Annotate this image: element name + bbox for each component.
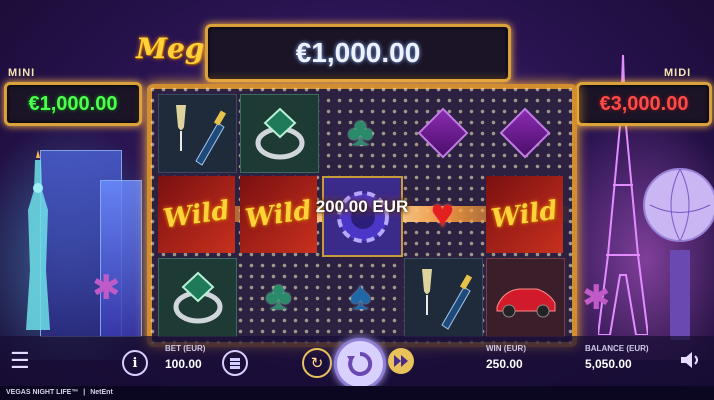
symbol-champagne: [404, 258, 483, 337]
symbol-ring: [240, 94, 319, 173]
symbol-ring: [158, 258, 237, 337]
symbol-diamond: [404, 94, 481, 171]
game-scene: ✱ ✱ Mega €1,000.00 MINI €1,000.00 MIDI €…: [0, 0, 714, 400]
autoplay-button[interactable]: ↻: [302, 348, 332, 378]
mega-jackpot-display: €1,000.00: [205, 24, 511, 82]
diamond-icon: [499, 107, 550, 158]
background-tower-left: [100, 180, 142, 337]
symbol-wild: Wild: [158, 176, 235, 253]
bet-label: BET (EUR): [165, 344, 206, 353]
palm-tree-icon: ✱: [92, 269, 121, 307]
speaker-icon: [681, 352, 698, 368]
midi-jackpot-display: €3,000.00: [576, 82, 712, 126]
mega-jackpot-value: €1,000.00: [295, 37, 421, 68]
symbol-wild: Wild: [486, 176, 563, 253]
champagne-icon: [421, 268, 472, 330]
game-title: VEGAS NIGHT LIFE™: [6, 389, 79, 396]
hot-air-balloon-icon: [643, 168, 714, 340]
footer-separator: |: [83, 389, 86, 396]
wild-label: Wild: [489, 195, 560, 234]
menu-icon[interactable]: ☰: [10, 348, 30, 374]
emerald-ring-icon: [255, 107, 304, 159]
symbol-champagne: [158, 94, 237, 173]
turbo-button[interactable]: [388, 348, 414, 374]
balance-value: 5,050.00: [585, 357, 632, 371]
midi-jackpot-value: €3,000.00: [599, 92, 689, 115]
statue-of-liberty-icon: [26, 150, 50, 330]
heart-icon: ♥: [430, 192, 455, 236]
bet-settings-button[interactable]: [222, 350, 248, 376]
palm-tree-icon: ✱: [582, 279, 611, 317]
symbol-club: ♣: [322, 94, 399, 171]
reels-frame[interactable]: ♣ Wild Wild ♥ Wild 200.00 EUR ♣ ♠: [147, 84, 577, 347]
info-icon: i: [132, 355, 138, 371]
game-footer: VEGAS NIGHT LIFE™ | NetEnt: [0, 386, 714, 400]
bet-value: 100.00: [165, 357, 202, 371]
spin-button[interactable]: [334, 338, 386, 390]
symbol-club: ♣: [240, 258, 317, 335]
spin-icon: [347, 351, 373, 376]
autoplay-icon: ↻: [310, 355, 324, 372]
club-icon: ♣: [265, 274, 292, 318]
club-icon: ♣: [347, 110, 374, 154]
mini-jackpot-label: MINI: [8, 67, 36, 79]
mini-jackpot-display: €1,000.00: [4, 82, 142, 126]
win-amount-text: 200.00 EUR: [315, 197, 409, 216]
midi-jackpot-label: MIDI: [664, 67, 692, 79]
fast-forward-icon: [394, 355, 408, 367]
sports-car-icon: [496, 288, 555, 317]
sound-button[interactable]: [680, 351, 700, 374]
emerald-ring-icon: [173, 271, 222, 323]
wild-label: Wild: [161, 195, 232, 234]
provider-name: NetEnt: [90, 389, 113, 396]
balance-label: BALANCE (EUR): [585, 344, 649, 353]
win-value: 250.00: [486, 357, 523, 371]
win-label: WIN (EUR): [486, 344, 526, 353]
control-bar: ☰ i BET (EUR) 100.00 ↻ WIN (EUR) 250.00 …: [0, 336, 714, 390]
spade-icon: ♠: [349, 274, 372, 318]
symbol-sports-car: [486, 258, 565, 337]
coin-stack-icon: [230, 358, 240, 369]
champagne-icon: [175, 104, 226, 166]
mini-jackpot-value: €1,000.00: [28, 92, 118, 115]
symbol-diamond: [486, 94, 563, 171]
info-button[interactable]: i: [122, 350, 148, 376]
diamond-icon: [417, 107, 468, 158]
symbol-spade: ♠: [322, 258, 399, 335]
